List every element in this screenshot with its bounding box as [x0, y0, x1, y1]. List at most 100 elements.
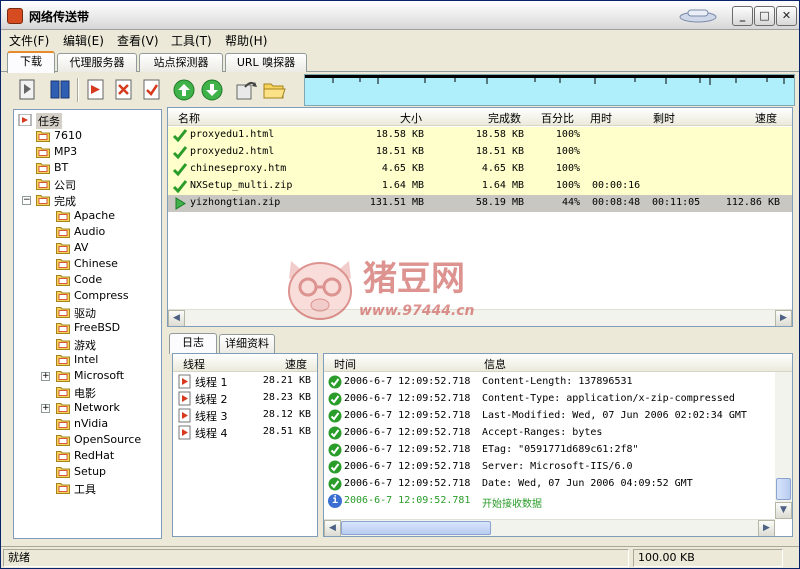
log-panel[interactable]: 时间 信息 2006-6-7 12:09:52.718 Content-Lengt…: [323, 353, 793, 537]
tab-proxy-servers[interactable]: 代理服务器: [57, 53, 137, 72]
log-scroll-left-icon[interactable]: ◀: [324, 520, 341, 536]
collapse-icon[interactable]: −: [22, 196, 31, 205]
log-message: Last-Modified: Wed, 07 Jun 2006 02:02:34…: [482, 410, 747, 421]
expand-icon[interactable]: +: [41, 404, 50, 413]
download-row[interactable]: proxyedu2.html 18.51 KB 18.51 KB 100%: [168, 144, 792, 161]
col-time[interactable]: 时间: [334, 356, 356, 372]
folder-icon: [56, 403, 70, 414]
menu-bar: 文件(F) 编辑(E) 查看(V) 工具(T) 帮助(H): [1, 30, 799, 50]
category-tree[interactable]: 任务 7610 MP3 BT 公司 完成 − Apache Audio AV Chinese Cod…: [13, 109, 162, 539]
file-percent: 100%: [555, 180, 580, 191]
download-row[interactable]: chineseproxy.htm 4.65 KB 4.65 KB 100%: [168, 161, 792, 178]
spinner-icon: [679, 9, 717, 23]
watermark-url: www.97444.cn: [359, 303, 475, 319]
menu-tools[interactable]: 工具(T): [171, 32, 212, 49]
properties-icon[interactable]: [47, 77, 73, 103]
log-message: 开始接收数据: [482, 499, 542, 510]
watermark: 猪豆网 www.97444.cn: [283, 251, 519, 327]
log-time: 2006-6-7 12:09:52.718: [344, 444, 471, 455]
delete-icon[interactable]: [111, 77, 137, 103]
col-done[interactable]: 完成数: [488, 110, 521, 126]
move-down-icon[interactable]: [199, 77, 225, 103]
thread-icon: [178, 374, 191, 389]
thread-row[interactable]: 线程 3 28.12 KB: [173, 407, 317, 424]
menu-view[interactable]: 查看(V): [117, 32, 159, 49]
col-size[interactable]: 大小: [400, 110, 422, 126]
file-done: 18.51 KB: [475, 146, 524, 157]
maximize-button[interactable]: □: [754, 6, 775, 26]
thread-name: 线程 1: [195, 376, 228, 389]
open-icon[interactable]: [233, 77, 259, 103]
file-size: 18.51 KB: [375, 146, 424, 157]
menu-file[interactable]: 文件(F): [9, 32, 49, 49]
folder-icon: [36, 147, 50, 158]
log-time: 2006-6-7 12:09:52.781: [344, 495, 471, 506]
file-speed: 112.86 KB: [725, 197, 780, 208]
col-remaining[interactable]: 剩时: [653, 110, 675, 126]
folder-icon: [56, 291, 70, 302]
col-percent[interactable]: 百分比: [541, 110, 574, 126]
file-percent: 100%: [555, 163, 580, 174]
folder-icon: [56, 275, 70, 286]
col-speed[interactable]: 速度: [755, 110, 777, 126]
file-size: 1.64 MB: [381, 180, 424, 191]
file-done: 1.64 MB: [481, 180, 524, 191]
log-vscroll[interactable]: ▼: [775, 372, 792, 519]
col-info[interactable]: 信息: [484, 356, 506, 372]
log-message: Server: Microsoft-IIS/6.0: [482, 461, 633, 472]
thread-list[interactable]: 线程 速度 线程 1 28.21 KB 线程 2 28.23 KB 线程 3 28.12 …: [172, 353, 318, 537]
log-row: 2006-6-7 12:09:52.718 ETag: "0591771d689c…: [324, 442, 770, 459]
scroll-right-icon[interactable]: ▶: [775, 310, 792, 326]
menu-help[interactable]: 帮助(H): [225, 32, 267, 49]
toolbar: [9, 74, 795, 106]
scroll-left-icon[interactable]: ◀: [168, 310, 185, 326]
file-name: yizhongtian.zip: [190, 197, 281, 208]
title-bar[interactable]: 网络传送带 _ □ ✕: [1, 1, 799, 30]
minimize-button[interactable]: _: [732, 6, 753, 26]
folder-icon: [56, 307, 70, 318]
start-icon[interactable]: [83, 77, 109, 103]
col-thread-speed[interactable]: 速度: [285, 356, 307, 372]
app-window: 网络传送带 _ □ ✕ 文件(F) 编辑(E) 查看(V) 工具(T) 帮助(H…: [0, 0, 800, 569]
log-hscroll[interactable]: ◀ ▶: [324, 519, 775, 536]
tab-download[interactable]: 下载: [7, 51, 55, 73]
scroll-down-icon[interactable]: ▼: [775, 502, 792, 519]
file-elapsed: 00:00:16: [592, 180, 641, 191]
expand-icon[interactable]: +: [41, 372, 50, 381]
download-row[interactable]: proxyedu1.html 18.58 KB 18.58 KB 100%: [168, 127, 792, 144]
tab-details[interactable]: 详细资料: [219, 334, 275, 353]
thread-speed: 28.12 KB: [262, 409, 311, 420]
move-up-icon[interactable]: [171, 77, 197, 103]
thread-row[interactable]: 线程 4 28.51 KB: [173, 424, 317, 441]
speed-graph-plot: [305, 75, 794, 85]
log-time: 2006-6-7 12:09:52.718: [344, 393, 471, 404]
tab-site-probe[interactable]: 站点探测器: [139, 53, 223, 72]
log-scroll-right-icon[interactable]: ▶: [758, 520, 775, 536]
folder-icon[interactable]: [261, 77, 287, 103]
close-button[interactable]: ✕: [776, 6, 797, 26]
folder-icon: [56, 355, 70, 366]
menu-edit[interactable]: 编辑(E): [63, 32, 104, 49]
col-name[interactable]: 名称: [178, 110, 200, 126]
ok-icon: [328, 460, 342, 474]
log-row: i 2006-6-7 12:09:52.781 开始接收数据: [324, 493, 770, 510]
thread-name: 线程 3: [195, 410, 228, 423]
thread-row[interactable]: 线程 1 28.21 KB: [173, 373, 317, 390]
new-task-icon[interactable]: [15, 77, 41, 103]
log-row: 2006-6-7 12:09:52.718 Server: Microsoft-I…: [324, 459, 770, 476]
maximize-icon: □: [759, 9, 770, 22]
download-row[interactable]: yizhongtian.zip 131.51 MB 58.19 MB 44% 00:08…: [168, 195, 792, 212]
status-bar: 就绪 100.00 KB: [1, 546, 799, 568]
thread-row[interactable]: 线程 2 28.23 KB: [173, 390, 317, 407]
log-scroll-thumb[interactable]: [776, 478, 791, 500]
tab-log[interactable]: 日志: [169, 333, 217, 354]
download-row[interactable]: NXSetup_multi.zip 1.64 MB 1.64 MB 100% 00:00…: [168, 178, 792, 195]
log-hscroll-thumb[interactable]: [341, 521, 491, 535]
log-message: Content-Type: application/x-zip-compress…: [482, 393, 735, 404]
tab-url-sniffer[interactable]: URL 嗅探器: [225, 53, 307, 72]
col-elapsed[interactable]: 用时: [590, 110, 612, 126]
col-thread[interactable]: 线程: [183, 356, 205, 372]
file-done: 18.58 KB: [475, 129, 524, 140]
speed-graph: [304, 74, 795, 106]
check-icon[interactable]: [139, 77, 165, 103]
